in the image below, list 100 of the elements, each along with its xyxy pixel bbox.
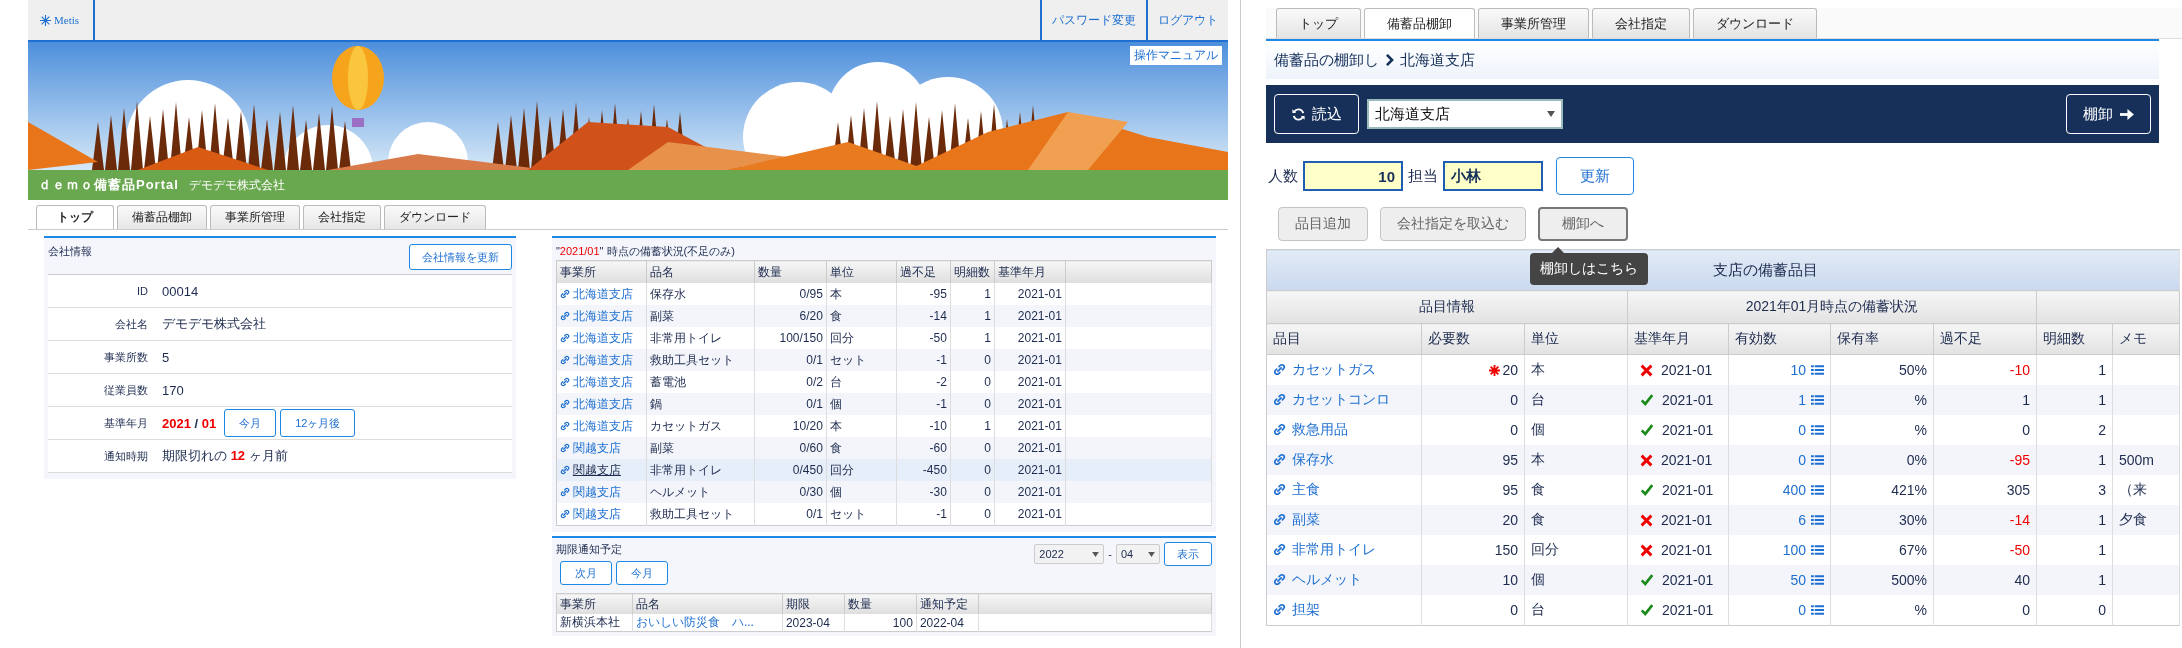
field-value: デモデモ株式会社 — [162, 315, 266, 333]
tab[interactable]: トップ — [36, 205, 114, 229]
year-select[interactable]: 2022 — [1034, 544, 1105, 564]
item-link[interactable]: 副菜 — [1273, 510, 1320, 529]
table-cell: 食 — [1524, 475, 1628, 505]
list-icon — [1811, 484, 1824, 496]
column-header[interactable]: 基準年月 — [1627, 323, 1729, 355]
effective-count-link[interactable]: 400 — [1782, 482, 1824, 498]
tab[interactable]: ダウンロード — [384, 205, 486, 229]
column-header[interactable]: 過不足 — [896, 260, 951, 283]
effective-count-link[interactable]: 0 — [1798, 422, 1824, 438]
column-header[interactable]: 数量 — [844, 593, 917, 614]
effective-count-link[interactable]: 6 — [1798, 512, 1824, 528]
panel-title: 期限通知予定 — [555, 542, 623, 557]
column-header[interactable]: 事業所 — [556, 260, 647, 283]
table-cell: 個 — [1524, 415, 1628, 445]
month-button[interactable]: 今月 — [615, 561, 668, 585]
month-button[interactable]: 次月 — [559, 561, 612, 585]
staff-field[interactable]: 小林 — [1443, 161, 1543, 191]
column-header[interactable]: 期限 — [782, 593, 845, 614]
table-cell: 0 — [950, 349, 995, 371]
column-header[interactable]: 必要数 — [1421, 323, 1525, 355]
column-header[interactable]: 明細数 — [950, 260, 995, 283]
office-select[interactable]: 北海道支店 — [1367, 99, 1563, 129]
column-header[interactable]: 通知予定 — [916, 593, 979, 614]
table-cell: 150 — [1421, 535, 1525, 565]
table-cell: 0/30 — [754, 481, 827, 503]
office-link[interactable]: 北海道支店 — [559, 373, 633, 391]
column-header[interactable]: 品目 — [1266, 323, 1422, 355]
tab[interactable]: 事業所管理 — [210, 205, 300, 229]
effective-count-link[interactable]: 0 — [1798, 452, 1824, 468]
table-cell: -30 — [896, 481, 951, 503]
item-link[interactable]: 主食 — [1273, 480, 1320, 499]
column-header[interactable]: 保有率 — [1830, 323, 1934, 355]
link-icon — [559, 399, 570, 409]
header-link[interactable]: パスワード変更 — [1040, 0, 1146, 40]
table-cell: 2021-01 — [1627, 415, 1729, 445]
office-link[interactable]: 北海道支店 — [559, 329, 633, 347]
effective-count-link[interactable]: 0 — [1798, 602, 1824, 618]
month-select[interactable]: 04 — [1116, 544, 1160, 564]
item-link[interactable]: おいしい防災食 ハ... — [632, 614, 783, 632]
table-cell: 0 — [2036, 595, 2113, 626]
update-button[interactable]: 更新 — [1556, 157, 1634, 195]
column-header[interactable]: 有効数 — [1728, 323, 1831, 355]
action-button[interactable]: 品目追加 — [1278, 207, 1368, 241]
column-header[interactable]: 単位 — [826, 260, 897, 283]
action-button[interactable]: 会社指定を取込む — [1380, 207, 1526, 241]
column-header[interactable]: 基準年月 — [994, 260, 1066, 283]
action-button[interactable]: 棚卸へ — [1538, 207, 1628, 241]
office-link[interactable]: 北海道支店 — [559, 417, 633, 435]
tab[interactable]: 会社指定 — [303, 205, 381, 229]
column-header[interactable]: 数量 — [754, 260, 827, 283]
people-field[interactable]: 10 — [1303, 161, 1403, 191]
table-cell: 305 — [1933, 475, 2037, 505]
month-button[interactable]: 今月 — [224, 409, 277, 437]
tab[interactable]: 事業所管理 — [1478, 8, 1589, 38]
column-group-header: 2021年01月時点の備蓄状況 — [1627, 290, 2037, 324]
table-cell: 2021-01 — [994, 437, 1066, 459]
effective-count-link[interactable]: 50 — [1790, 572, 1824, 588]
load-button[interactable]: 読込 — [1274, 94, 1359, 134]
table-cell: 2023-04 — [782, 614, 845, 632]
column-header[interactable]: 事業所 — [556, 593, 633, 614]
panel-title: 会社情報 — [48, 244, 92, 259]
office-link[interactable]: 北海道支店 — [559, 285, 633, 303]
tab[interactable]: 備蓄品棚卸 — [1364, 8, 1475, 38]
column-header[interactable]: 単位 — [1524, 323, 1628, 355]
manual-link[interactable]: 操作マニュアル — [1130, 46, 1222, 65]
tab[interactable]: 備蓄品棚卸 — [117, 205, 207, 229]
list-icon — [1811, 364, 1824, 376]
tab[interactable]: 会社指定 — [1592, 8, 1690, 38]
tooltip: 棚卸しはこちら — [1530, 247, 1648, 285]
column-header[interactable]: 過不足 — [1933, 323, 2037, 355]
effective-count-link[interactable]: 100 — [1782, 542, 1824, 558]
item-link[interactable]: 救急用品 — [1273, 420, 1348, 439]
tab[interactable]: ダウンロード — [1693, 8, 1817, 38]
item-link[interactable]: カセットガス — [1273, 360, 1376, 379]
table-cell: 回分 — [826, 459, 897, 481]
office-link[interactable]: 関越支店 — [559, 505, 621, 523]
table-cell: 0 — [950, 437, 995, 459]
item-link[interactable]: 担架 — [1273, 600, 1320, 619]
header-link[interactable]: ログアウト — [1146, 0, 1228, 40]
column-header[interactable]: メモ — [2112, 323, 2180, 355]
column-header[interactable]: 明細数 — [2036, 323, 2113, 355]
breadcrumb-link[interactable]: 備蓄品の棚卸し — [1274, 50, 1379, 70]
effective-count-link[interactable]: 1 — [1798, 392, 1824, 408]
table-cell: 2021-01 — [1627, 595, 1729, 626]
effective-count-link[interactable]: 10 — [1790, 362, 1824, 378]
update-button[interactable]: 会社情報を更新 — [408, 244, 512, 270]
item-link[interactable]: 非常用トイレ — [1273, 540, 1376, 559]
breadcrumb-current: 北海道支店 — [1400, 50, 1475, 70]
table-cell: 100 — [844, 614, 917, 632]
column-header[interactable]: 品名 — [646, 260, 755, 283]
month-button[interactable]: 12ヶ月後 — [280, 409, 356, 437]
tab[interactable]: トップ — [1276, 8, 1361, 38]
table-cell: 1 — [2036, 445, 2113, 475]
column-header[interactable]: 品名 — [632, 593, 783, 614]
inventory-button[interactable]: 棚卸 — [2066, 94, 2151, 134]
table-cell: 個 — [1524, 565, 1628, 595]
logo-link[interactable]: Metis — [28, 0, 96, 40]
show-button[interactable]: 表示 — [1164, 542, 1212, 566]
